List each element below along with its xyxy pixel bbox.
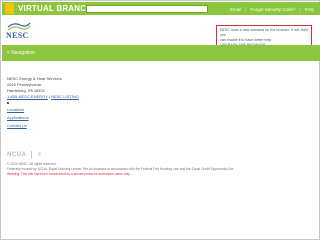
equal-housing-icon: ≡ bbox=[37, 152, 42, 159]
forgot-security-code-link[interactable]: Forgot Security Code? bbox=[250, 7, 295, 12]
footer-text: © 2020 NESC. All rights reserved. Federa… bbox=[7, 162, 307, 177]
contact-us-link[interactable]: Contact Us bbox=[7, 123, 29, 129]
applications-link[interactable]: Applications bbox=[7, 115, 29, 121]
phone-link[interactable]: 1-855-NESC-ENERGY bbox=[7, 94, 48, 99]
warning-text: Warning: This site has been constructed … bbox=[7, 172, 131, 176]
header: NESC NESC uses a new standard for the br… bbox=[2, 15, 320, 57]
page: VIRTUAL BRANCH Email | Forgot Security C… bbox=[0, 0, 320, 240]
quick-links: Locations Applications Contact Us bbox=[7, 107, 29, 131]
footer-logos: NCUA ≡ bbox=[7, 151, 41, 158]
nav-separator: | bbox=[245, 6, 247, 12]
ncua-logo: NCUA bbox=[7, 152, 27, 159]
navigation-bar: < Navigation bbox=[2, 45, 320, 61]
branch-logo-icon bbox=[5, 3, 14, 14]
nav-separator: | bbox=[299, 6, 301, 12]
notice-line-1: NESC uses a new standard for the browser… bbox=[220, 28, 308, 37]
top-bar: VIRTUAL BRANCH Email | Forgot Security C… bbox=[2, 2, 320, 15]
navigation-toggle[interactable]: < Navigation bbox=[7, 48, 35, 58]
locations-link[interactable]: Locations bbox=[7, 107, 29, 113]
logo-divider bbox=[31, 151, 33, 158]
bullet-icon bbox=[7, 101, 9, 104]
email-link[interactable]: Email bbox=[230, 7, 241, 12]
brand-title: VIRTUAL BRANCH bbox=[18, 4, 93, 13]
listing-link[interactable]: NESC LISTING bbox=[51, 94, 79, 99]
search-input[interactable] bbox=[86, 5, 208, 13]
top-nav: Email | Forgot Security Code? | FAQ bbox=[230, 5, 314, 13]
nesc-logo-text: NESC bbox=[6, 31, 29, 40]
faq-link[interactable]: FAQ bbox=[305, 7, 314, 12]
contact-info: NESC Energy & Heat Services 2015 Pennsyl… bbox=[7, 76, 79, 106]
